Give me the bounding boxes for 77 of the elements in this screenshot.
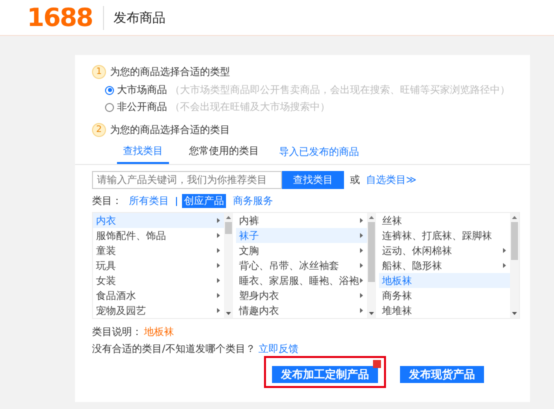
option-hint: （大市场类型商品即公开售卖商品，会出现在搜索、旺铺等买家浏览路径中） (170, 84, 510, 97)
caret-right-icon (359, 263, 364, 268)
caret-right-icon (216, 308, 221, 313)
category-item[interactable]: 背心、吊带、冰丝袖套 (236, 258, 367, 273)
caret-up-icon[interactable] (226, 215, 231, 220)
caret-right-icon (216, 218, 221, 223)
caret-right-icon (359, 278, 364, 283)
scroll-thumb[interactable] (511, 222, 518, 260)
publish-button[interactable]: 发布加工定制产品 (272, 366, 378, 383)
category-item[interactable]: 睡衣、家居服、睡袍、浴袍 (236, 273, 367, 288)
scrollbar[interactable] (224, 213, 233, 318)
caret-right-icon (359, 233, 364, 238)
category-item[interactable]: 堆堆袜 (379, 303, 510, 318)
or-label: 或 (350, 174, 360, 187)
search-button[interactable]: 查找类目 (282, 171, 344, 189)
option-hint: （不会出现在旺铺及大市场搜索中） (170, 100, 330, 114)
caret-right-icon (216, 233, 221, 238)
category-item[interactable]: 连裤袜、打底袜、踩脚袜 (379, 228, 510, 243)
caret-right-icon (216, 263, 221, 268)
filter-option[interactable]: 所有类目 (127, 194, 171, 208)
feedback-link[interactable]: 立即反馈 (258, 342, 298, 356)
caret-right-icon (502, 263, 507, 268)
category-item[interactable]: 塑身内衣 (236, 288, 367, 303)
category-item[interactable]: 文胸 (236, 243, 367, 258)
category-item[interactable]: 情趣内衣 (236, 303, 367, 318)
category-item[interactable]: 宠物及园艺 (93, 303, 224, 318)
category-item[interactable]: 女装 (93, 273, 224, 288)
page-title: 发布商品 (114, 10, 166, 26)
category-item[interactable]: 运动、休闲棉袜 (379, 243, 510, 258)
caret-down-icon[interactable] (512, 311, 517, 316)
scroll-thumb[interactable] (225, 222, 232, 234)
scrollbar[interactable] (367, 213, 376, 318)
caret-right-icon (359, 293, 364, 298)
caret-up-icon[interactable] (369, 215, 374, 220)
description-label: 类目说明： (92, 326, 142, 339)
caret-down-icon[interactable] (369, 311, 374, 316)
tab[interactable]: 您常使用的类目 (183, 141, 265, 164)
description-value: 地板袜 (144, 326, 174, 339)
caret-right-icon (359, 218, 364, 223)
caret-right-icon (359, 308, 364, 313)
option-label[interactable]: 非公开商品 (117, 100, 167, 114)
category-item[interactable]: 地板袜 (379, 273, 510, 288)
category-item[interactable]: 袜子 (236, 228, 367, 243)
caret-right-icon (359, 248, 364, 253)
filter-option[interactable]: 商务服务 (231, 194, 275, 208)
caret-right-icon (216, 278, 221, 283)
caret-up-icon[interactable] (512, 215, 517, 220)
scroll-thumb[interactable] (368, 222, 375, 282)
category-item[interactable]: 服饰配件、饰品 (93, 228, 224, 243)
step-number-icon: 2 (92, 123, 106, 137)
radio-button[interactable] (105, 86, 114, 94)
import-link[interactable]: 导入已发布的商品 (279, 145, 359, 164)
step-number-icon: 1 (92, 65, 106, 79)
caret-right-icon (216, 293, 221, 298)
category-item[interactable]: 玩具 (93, 258, 224, 273)
search-field[interactable]: 请输入产品关键词，我们为你推荐类目 (92, 171, 282, 189)
category-item[interactable]: 丝袜 (379, 213, 510, 228)
tab[interactable]: 查找类目 (117, 141, 169, 164)
category-item[interactable]: 船袜、隐形袜 (379, 258, 510, 273)
custom-category-link[interactable]: 自选类目≫ (366, 173, 416, 187)
filter-option[interactable]: 创应产品 (182, 194, 226, 208)
option-label[interactable]: 大市场商品 (117, 83, 167, 97)
caret-right-icon (502, 248, 507, 253)
category-item[interactable]: 食品酒水 (93, 288, 224, 303)
category-item[interactable]: 童装 (93, 243, 224, 258)
radio-button[interactable] (105, 102, 114, 112)
feedback-text: 没有合适的类目/不知道发哪个类目？ (92, 342, 256, 356)
category-item[interactable]: 商务袜 (379, 288, 510, 303)
caret-down-icon[interactable] (226, 311, 231, 316)
filter-label: 类目： (92, 194, 122, 208)
step-title: 为您的商品选择合适的类型 (110, 66, 230, 79)
publish-button[interactable]: 发布现货产品 (400, 366, 484, 383)
category-item[interactable]: 内衣 (93, 213, 224, 228)
category-item[interactable]: 内裤 (236, 213, 367, 228)
caret-right-icon (216, 248, 221, 253)
step-title: 为您的商品选择合适的类目 (110, 124, 230, 137)
scrollbar[interactable] (510, 213, 519, 318)
